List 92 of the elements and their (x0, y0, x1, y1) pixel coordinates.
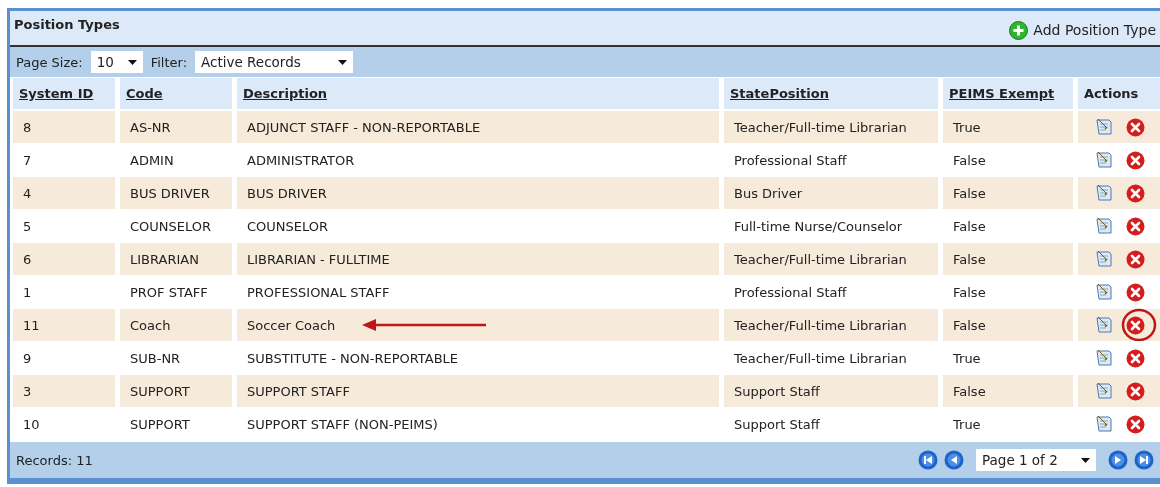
table-cell: 4 (23, 185, 32, 201)
table-cell: LIBRARIAN - FULLTIME (247, 251, 390, 267)
table-cell: Teacher/Full-time Librarian (734, 119, 907, 135)
table-cell: SUPPORT (130, 416, 190, 432)
page-dropdown[interactable]: Page 1 of 2 (976, 449, 1096, 471)
caret-icon (338, 59, 348, 65)
table-cell: COUNSELOR (130, 218, 212, 234)
filter-label: Filter: (150, 54, 188, 70)
table-cell: ADMIN (130, 152, 174, 168)
table-cell: PROF STAFF (130, 284, 208, 300)
column-header: Actions (1078, 78, 1160, 110)
edit-icon[interactable] (1093, 150, 1114, 170)
column-header[interactable]: StatePosition (724, 78, 938, 110)
delete-icon[interactable] (1125, 183, 1145, 203)
table-cell: ADJUNCT STAFF - NON-REPORTABLE (247, 119, 481, 135)
table-cell: BUS DRIVER (247, 185, 327, 201)
table-cell: False (953, 185, 986, 201)
table-cell: 3 (23, 383, 32, 399)
add-position-type-button[interactable]: Add Position Type (1009, 20, 1156, 40)
table-cell: 7 (23, 152, 32, 168)
table-cell: COUNSELOR (247, 218, 329, 234)
edit-icon[interactable] (1093, 282, 1114, 302)
table-cell: Soccer Coach (247, 317, 336, 333)
table-cell: False (953, 251, 986, 267)
table-cell: SUPPORT STAFF (NON-PEIMS) (247, 416, 438, 432)
table-cell: LIBRARIAN (130, 251, 199, 267)
delete-icon[interactable] (1125, 249, 1145, 269)
table-cell: 10 (23, 416, 40, 432)
table-cell: 1 (23, 284, 32, 300)
records-count: Records: 11 (16, 452, 93, 468)
delete-icon[interactable] (1125, 381, 1145, 401)
table-cell: SUPPORT (130, 383, 190, 399)
edit-icon[interactable] (1093, 348, 1114, 368)
table-cell: Coach (130, 317, 171, 333)
table-cell: SUB-NR (130, 350, 181, 366)
table-cell: BUS DRIVER (130, 185, 210, 201)
last-page-icon[interactable] (1134, 450, 1154, 470)
table-cell: AS-NR (130, 119, 171, 135)
edit-icon[interactable] (1093, 183, 1114, 203)
table-cell: Professional Staff (734, 152, 847, 168)
delete-icon[interactable] (1125, 150, 1145, 170)
table-cell: False (953, 218, 986, 234)
table-cell: SUPPORT STAFF (247, 383, 350, 399)
table-cell: False (953, 317, 986, 333)
edit-icon[interactable] (1093, 216, 1114, 236)
table-cell: Professional Staff (734, 284, 847, 300)
caret-icon (127, 59, 137, 65)
table-cell: 6 (23, 251, 32, 267)
delete-icon[interactable] (1125, 348, 1145, 368)
table-cell: Teacher/Full-time Librarian (734, 350, 907, 366)
table-cell: 8 (23, 119, 32, 135)
table-cell: ADMINISTRATOR (247, 152, 355, 168)
next-page-icon[interactable] (1108, 450, 1128, 470)
table-cell: 5 (23, 218, 32, 234)
table-cell: Support Staff (734, 416, 820, 432)
page-size-label: Page Size: (16, 54, 83, 70)
table-cell: SUBSTITUTE - NON-REPORTABLE (247, 350, 459, 366)
edit-icon[interactable] (1093, 381, 1114, 401)
table-cell: Teacher/Full-time Librarian (734, 317, 907, 333)
caret-icon (1081, 457, 1090, 463)
delete-icon[interactable] (1125, 315, 1145, 335)
panel-title: Position Types (14, 17, 120, 32)
delete-icon[interactable] (1125, 117, 1145, 137)
table-cell: PROFESSIONAL STAFF (247, 284, 390, 300)
table-cell: False (953, 284, 986, 300)
table-cell: Bus Driver (734, 185, 803, 201)
plus-icon (1009, 20, 1029, 40)
column-header[interactable]: System ID (13, 78, 115, 110)
table-cell: True (953, 119, 981, 135)
column-header[interactable]: Description (237, 78, 719, 110)
edit-icon[interactable] (1093, 414, 1114, 434)
first-page-icon[interactable] (918, 450, 938, 470)
delete-icon[interactable] (1125, 414, 1145, 434)
delete-icon[interactable] (1125, 216, 1145, 236)
edit-icon[interactable] (1093, 117, 1114, 137)
edit-icon[interactable] (1093, 315, 1114, 335)
table-cell: Full-time Nurse/Counselor (734, 218, 903, 234)
delete-icon[interactable] (1125, 282, 1145, 302)
edit-icon[interactable] (1093, 249, 1114, 269)
table-cell: 9 (23, 350, 32, 366)
table-cell: 11 (23, 317, 40, 333)
previous-page-icon[interactable] (944, 450, 964, 470)
table-cell: True (953, 350, 981, 366)
filter-dropdown[interactable]: Active Records (195, 51, 354, 73)
page-size-dropdown[interactable]: 10 (90, 51, 143, 73)
table-cell: False (953, 152, 986, 168)
table-cell: Teacher/Full-time Librarian (734, 251, 907, 267)
table-cell: True (953, 416, 981, 432)
table-cell: False (953, 383, 986, 399)
column-header[interactable]: Code (120, 78, 232, 110)
table-cell: Support Staff (734, 383, 820, 399)
column-header[interactable]: PEIMS Exempt (943, 78, 1073, 110)
